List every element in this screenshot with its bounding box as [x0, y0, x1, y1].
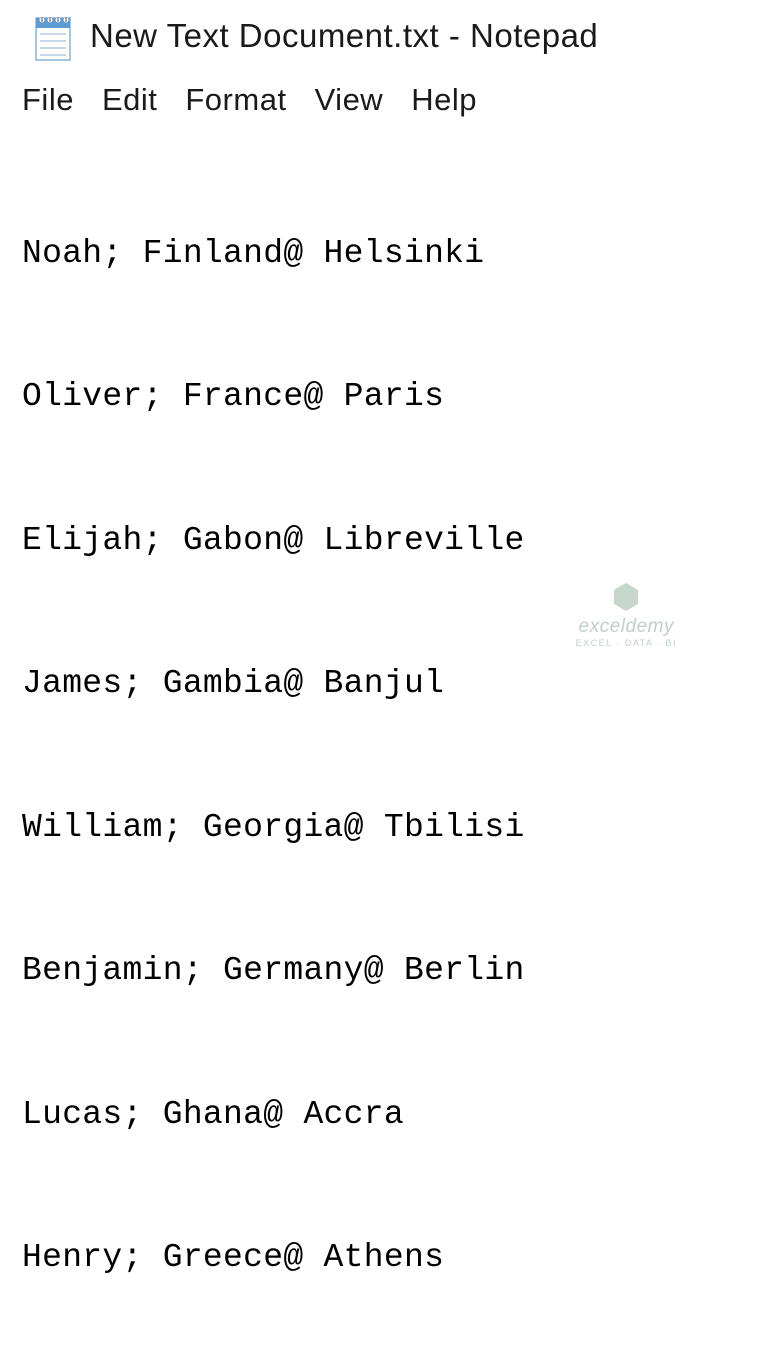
watermark-brand: exceldemy — [579, 616, 674, 638]
menu-bar: File Edit Format View Help — [0, 76, 767, 128]
text-line: William; Georgia@ Tbilisi — [22, 804, 745, 852]
menu-view[interactable]: View — [315, 82, 384, 118]
text-line: Lucas; Ghana@ Accra — [22, 1091, 745, 1139]
text-line: Henry; Greece@ Athens — [22, 1234, 745, 1282]
text-line: James; Gambia@ Banjul — [22, 660, 745, 708]
menu-format[interactable]: Format — [185, 82, 286, 118]
watermark-logo-icon — [608, 580, 644, 616]
menu-edit[interactable]: Edit — [102, 82, 157, 118]
menu-file[interactable]: File — [22, 82, 74, 118]
menu-help[interactable]: Help — [411, 82, 477, 118]
window-title: New Text Document.txt - Notepad — [90, 17, 598, 55]
text-line: Benjamin; Germany@ Berlin — [22, 947, 745, 995]
watermark: exceldemy EXCEL · DATA · BI — [576, 580, 677, 648]
notepad-icon — [30, 10, 76, 62]
watermark-tagline: EXCEL · DATA · BI — [576, 638, 677, 648]
text-line: Noah; Finland@ Helsinki — [22, 230, 745, 278]
text-editor-area[interactable]: Noah; Finland@ Helsinki Oliver; France@ … — [0, 128, 767, 1364]
text-line: Oliver; France@ Paris — [22, 373, 745, 421]
title-bar: New Text Document.txt - Notepad — [0, 0, 767, 76]
text-line: Elijah; Gabon@ Libreville — [22, 517, 745, 565]
notepad-window: New Text Document.txt - Notepad File Edi… — [0, 0, 767, 682]
